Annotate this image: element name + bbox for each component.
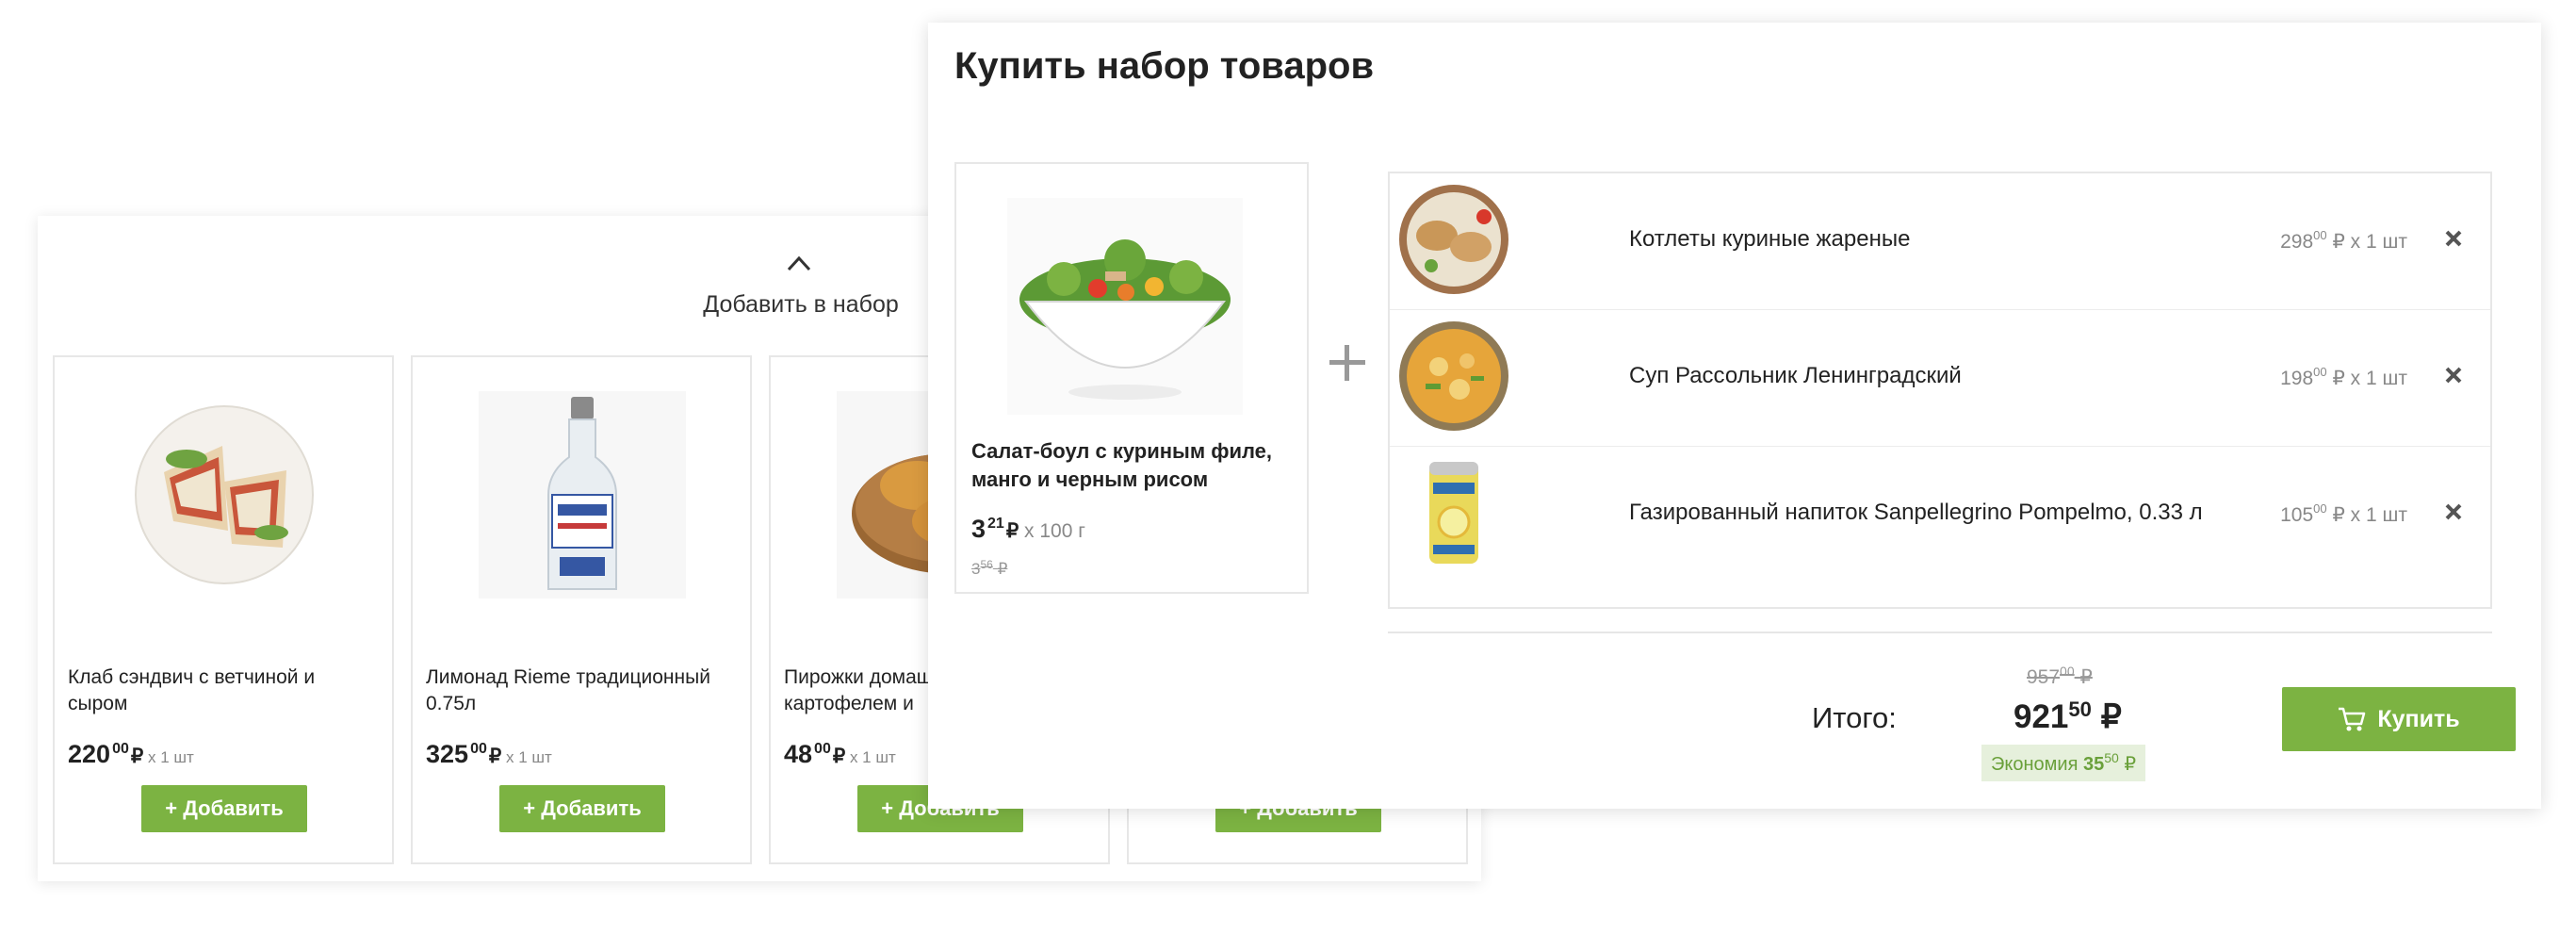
item-price: 10500 ₽ x 1 шт [2280,501,2407,526]
product-price: 220 00₽ x 1 шт [68,740,194,768]
cart-icon [2339,707,2366,731]
item-name: Суп Рассольник Ленинградский [1629,363,1962,388]
salad-bowl-image [1007,198,1243,415]
product-name: Лимонад Rieme традиционный 0.75л [426,666,710,714]
buy-button-label: Купить [2377,706,2460,732]
total-price: 92150 ₽ [2014,697,2122,735]
product-price: 325 00₽ x 1 шт [426,740,552,768]
economy-badge: Экономия 3550 ₽ [1981,745,2146,781]
total-label: Итого: [1812,701,1897,734]
divider [1388,632,2492,633]
buy-set-modal: Купить набор товаров Салат-боул с курины… [928,23,2541,809]
list-item: Газированный напиток Sanpellegrino Pompe… [1390,447,2490,582]
list-item: Котлеты куриные жареные 29800 ₽ x 1 шт [1390,173,2490,310]
plus-icon [1329,345,1365,381]
item-price: 29800 ₽ x 1 шт [2280,228,2407,253]
product-card[interactable]: Лимонад Rieme традиционный 0.75л 325 00₽ … [411,355,752,864]
old-total-price: 95700 ₽ [2027,664,2093,688]
main-product-card[interactable]: Салат-боул с куриным филе, манго и черны… [954,162,1309,594]
set-items-list: Котлеты куриные жареные 29800 ₽ x 1 шт С… [1388,172,2492,609]
add-button[interactable]: + Добавить [141,785,307,832]
chicken-cutlets-image [1399,185,1508,294]
item-name: Газированный напиток Sanpellegrino Pompe… [1629,500,2203,525]
sandwich-image [135,405,314,584]
collapse-toggle[interactable] [754,254,844,272]
main-product-price: 3 21₽ x 100 г [971,515,1085,543]
lemonade-bottle-image [479,391,686,599]
list-item: Суп Рассольник Ленинградский 19800 ₽ x 1… [1390,310,2490,447]
chevron-up-icon [787,255,811,271]
product-card[interactable]: Клаб сэндвич с ветчиной и сыром 220 00₽ x… [53,355,394,864]
item-price: 19800 ₽ x 1 шт [2280,365,2407,389]
close-icon[interactable] [2443,228,2464,249]
close-icon[interactable] [2443,365,2464,385]
main-product-name: Салат-боул с куриным филе, манго и черны… [971,439,1273,491]
close-icon[interactable] [2443,501,2464,522]
product-price: 48 00₽ x 1 шт [784,740,896,768]
soda-can-image [1397,456,1510,569]
modal-title: Купить набор товаров [954,45,1375,87]
product-name: Клаб сэндвич с ветчиной и сыром [68,666,316,714]
soup-image [1399,321,1508,431]
main-product-old-price: 356 ₽ [971,558,1008,578]
item-name: Котлеты куриные жареные [1629,226,1911,252]
buy-button[interactable]: Купить [2282,687,2516,751]
add-button[interactable]: + Добавить [499,785,665,832]
